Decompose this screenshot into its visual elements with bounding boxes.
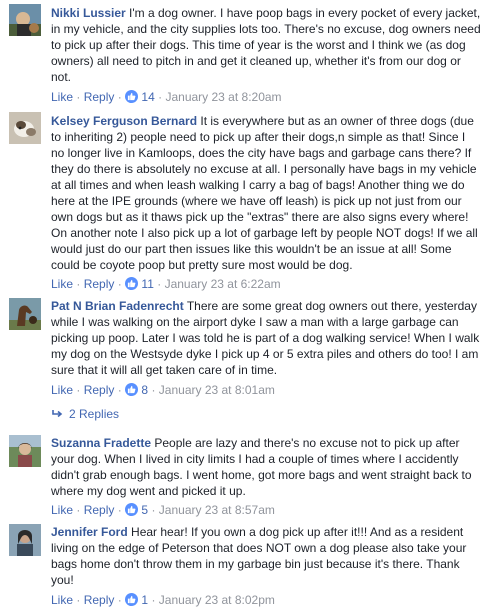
- comment-body: Pat N Brian Fadenrecht There are some gr…: [51, 298, 481, 378]
- commenter-name[interactable]: Suzanna Fradette: [51, 436, 151, 450]
- like-link[interactable]: Like: [51, 277, 73, 291]
- separator: ·: [157, 277, 165, 291]
- separator: ·: [117, 90, 126, 104]
- separator: ·: [117, 593, 126, 607]
- avatar[interactable]: [9, 4, 41, 36]
- like-link[interactable]: Like: [51, 593, 73, 607]
- reply-link[interactable]: Reply: [84, 593, 115, 607]
- thumbs-up-icon: [125, 383, 139, 396]
- comment-body: Jennifer Ford Hear hear! If you own a do…: [51, 524, 481, 588]
- separator: ·: [151, 383, 159, 397]
- comment-body: Suzanna Fradette People are lazy and the…: [51, 435, 481, 499]
- reply-link[interactable]: Reply: [84, 277, 115, 291]
- separator: ·: [151, 593, 159, 607]
- comment-actions: Like · Reply · 8 · January 23 at 8:01am: [51, 382, 275, 398]
- comment-date[interactable]: January 23 at 8:20am: [165, 90, 281, 104]
- reply-arrow-icon: [52, 410, 63, 418]
- comment-body: Kelsey Ferguson Bernard It is everywhere…: [51, 113, 481, 273]
- comment-actions: Like · Reply · 11 · January 23 at 6:22am: [51, 276, 281, 292]
- reaction-count[interactable]: 1: [141, 593, 148, 607]
- reaction-count[interactable]: 5: [141, 503, 148, 517]
- thumbs-up-icon: [125, 277, 139, 290]
- reply-link[interactable]: Reply: [84, 90, 115, 104]
- separator: ·: [117, 277, 126, 291]
- separator: ·: [76, 90, 84, 104]
- separator: ·: [76, 277, 84, 291]
- reply-link[interactable]: Reply: [84, 383, 115, 397]
- avatar[interactable]: [9, 524, 41, 556]
- comment-actions: Like · Reply · 1 · January 23 at 8:02pm: [51, 592, 275, 608]
- comment-actions: Like · Reply · 5 · January 23 at 8:57am: [51, 502, 275, 518]
- reply-link[interactable]: Reply: [84, 503, 115, 517]
- comment-date[interactable]: January 23 at 8:02pm: [159, 593, 275, 607]
- separator: ·: [117, 503, 126, 517]
- separator: ·: [151, 503, 159, 517]
- comment-date[interactable]: January 23 at 8:01am: [159, 383, 275, 397]
- comment-text: It is everywhere but as an owner of thre…: [51, 114, 478, 272]
- separator: ·: [76, 593, 84, 607]
- thumbs-up-icon: [125, 593, 139, 606]
- separator: ·: [76, 383, 84, 397]
- commenter-name[interactable]: Jennifer Ford: [51, 525, 128, 539]
- avatar[interactable]: [9, 435, 41, 467]
- like-link[interactable]: Like: [51, 90, 73, 104]
- reaction-count[interactable]: 14: [141, 90, 154, 104]
- replies-count-label[interactable]: 2 Replies: [69, 407, 119, 421]
- commenter-name[interactable]: Pat N Brian Fadenrecht: [51, 299, 184, 313]
- comment-body: Nikki Lussier I'm a dog owner. I have po…: [51, 5, 481, 85]
- like-link[interactable]: Like: [51, 503, 73, 517]
- separator: ·: [117, 383, 126, 397]
- reaction-count[interactable]: 8: [141, 383, 148, 397]
- separator: ·: [76, 503, 84, 517]
- thumbs-up-icon: [125, 503, 139, 516]
- comment-date[interactable]: January 23 at 8:57am: [159, 503, 275, 517]
- commenter-name[interactable]: Kelsey Ferguson Bernard: [51, 114, 197, 128]
- avatar[interactable]: [9, 298, 41, 330]
- comment-actions: Like · Reply · 14 · January 23 at 8:20am: [51, 89, 282, 105]
- avatar[interactable]: [9, 112, 41, 144]
- comment-date[interactable]: January 23 at 6:22am: [165, 277, 281, 291]
- reaction-count[interactable]: 11: [141, 277, 153, 291]
- view-replies-link[interactable]: 2 Replies: [51, 406, 119, 422]
- commenter-name[interactable]: Nikki Lussier: [51, 6, 126, 20]
- thumbs-up-icon: [125, 90, 139, 103]
- like-link[interactable]: Like: [51, 383, 73, 397]
